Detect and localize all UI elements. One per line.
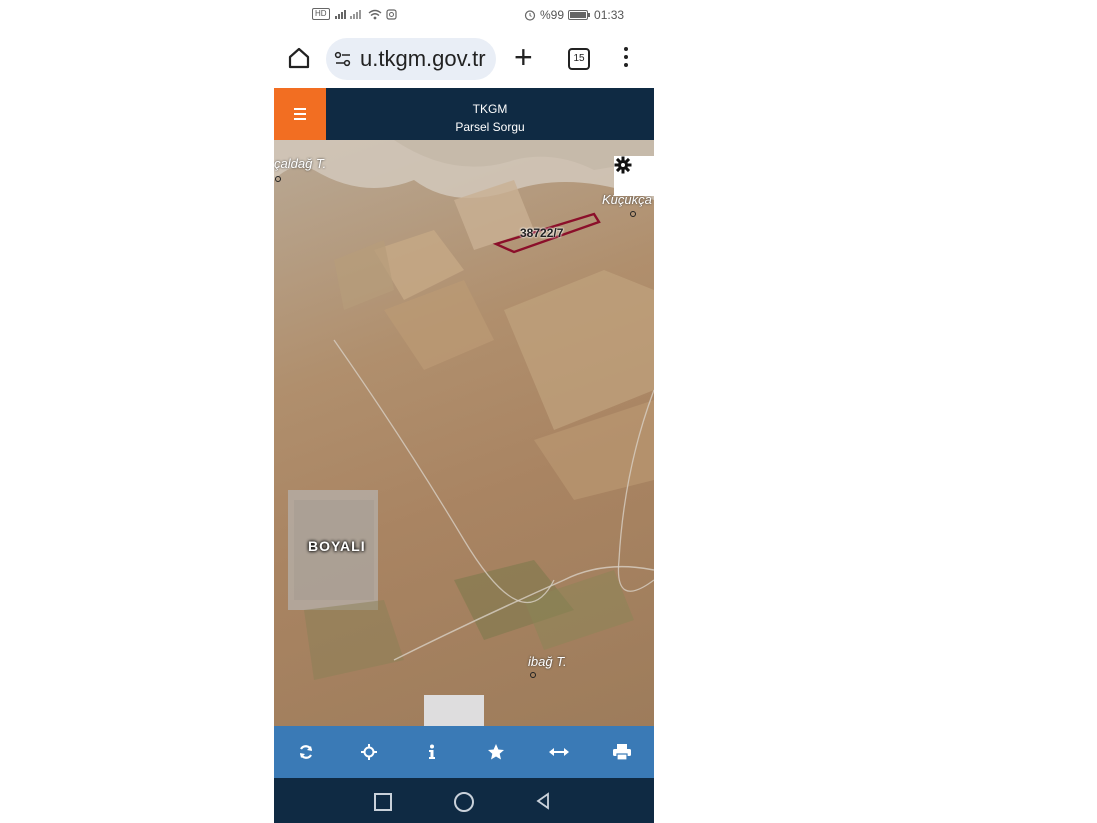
battery-percent: %99: [540, 8, 565, 22]
place-label-caldag: çaldağ T.: [274, 156, 327, 171]
status-right: %99 01:33: [524, 8, 624, 22]
satellite-map[interactable]: çaldağ T. Küçükça 38722/7 BOYALI ibağ T.: [274, 140, 654, 726]
address-bar[interactable]: u.tkgm.gov.tr: [326, 38, 496, 80]
status-time: 01:33: [594, 8, 625, 22]
status-bar: HD %99 01:33: [274, 0, 654, 30]
wifi-icon: [368, 9, 382, 19]
phone-screen: HD %99 01:33 u.tkgm.gov.tr + 15 TKGM Par…: [274, 0, 654, 823]
info-icon: [429, 744, 436, 759]
refresh-icon: [299, 745, 312, 759]
map-terrain: [274, 140, 654, 726]
home-icon[interactable]: [286, 45, 312, 71]
measure-icon: [548, 748, 569, 756]
place-label-ibag: ibağ T.: [528, 654, 567, 669]
refresh-button[interactable]: [274, 726, 337, 778]
app-title-block: TKGM Parsel Sorgu: [326, 100, 654, 136]
new-tab-button[interactable]: +: [514, 40, 533, 74]
more-menu-icon[interactable]: [624, 47, 630, 71]
recent-apps-button[interactable]: [374, 793, 392, 811]
back-icon[interactable]: [534, 792, 552, 810]
nfc-icon: [385, 8, 397, 20]
measure-button[interactable]: [527, 726, 590, 778]
url-text: u.tkgm.gov.tr: [360, 46, 486, 71]
app-header: TKGM Parsel Sorgu: [274, 88, 654, 140]
app-title: TKGM: [472, 102, 508, 116]
browser-toolbar: u.tkgm.gov.tr + 15: [274, 30, 654, 88]
home-nav-button[interactable]: [454, 792, 474, 812]
locate-button[interactable]: [337, 726, 400, 778]
alarm-icon: [524, 10, 536, 21]
tab-switcher-button[interactable]: 15: [568, 48, 590, 70]
status-left: HD: [312, 8, 397, 20]
network-chip: HD: [312, 8, 330, 20]
settings-button[interactable]: [614, 156, 654, 196]
app-subtitle: Parsel Sorgu: [455, 120, 525, 134]
gear-icon: [614, 156, 632, 174]
locate-icon: [360, 744, 377, 760]
system-nav-bar: [274, 778, 654, 823]
star-icon: [487, 744, 504, 760]
favorite-button[interactable]: [464, 726, 527, 778]
site-settings-icon[interactable]: [334, 51, 352, 67]
parcel-number-label: 38722/7: [520, 226, 564, 240]
hamburger-menu-button[interactable]: [274, 88, 326, 140]
battery-icon: [568, 10, 591, 20]
map-toolbar: [274, 726, 654, 778]
signal-icon: [334, 9, 361, 19]
town-label: BOYALI: [308, 538, 366, 554]
print-button[interactable]: [591, 726, 654, 778]
info-button[interactable]: [401, 726, 464, 778]
print-icon: [613, 744, 632, 760]
